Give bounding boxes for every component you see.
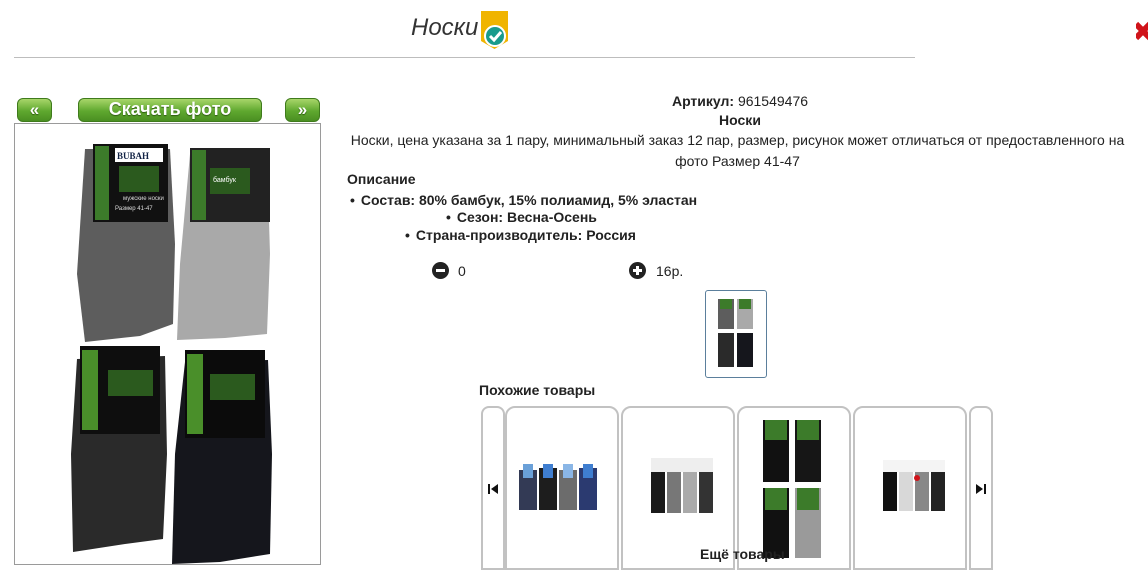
package-tag: бамбук (213, 176, 237, 184)
package-label-1: мужские носки (123, 196, 164, 202)
close-icon[interactable] (1136, 18, 1148, 44)
similar-product-card[interactable] (505, 406, 619, 570)
similar-product-card[interactable] (853, 406, 967, 570)
product-description: Носки, цена указана за 1 пару, минимальн… (350, 132, 1125, 169)
thumbnail-image (718, 299, 753, 367)
more-products-link[interactable]: Ещё товары (700, 546, 785, 562)
price-value: 16р. (656, 263, 684, 279)
minus-icon[interactable] (432, 262, 449, 279)
property-item: Состав: 80% бамбук, 15% полиамид, 5% эла… (350, 192, 697, 209)
similar-product-image (883, 460, 945, 511)
page-title: Носки (411, 14, 479, 41)
plus-icon[interactable] (629, 262, 646, 279)
similar-product-image (763, 420, 821, 558)
verified-badge-icon (481, 11, 508, 49)
product-photo: BUBAH мужские носки Размер 41-47 бамбук (14, 123, 321, 565)
photo-thumbnail[interactable] (705, 290, 767, 378)
header: Носки (0, 0, 1148, 60)
article-label: Артикул: (671, 93, 735, 109)
description-heading: Описание (347, 171, 416, 187)
product-name: Носки (719, 112, 761, 128)
download-photo-button[interactable]: Скачать фото (78, 98, 262, 122)
prev-photo-button[interactable]: « (17, 98, 52, 122)
title-divider (14, 57, 915, 58)
quantity-value: 0 (458, 263, 466, 279)
carousel-next-button[interactable] (969, 406, 993, 570)
article-value: 961549476 (737, 93, 809, 109)
next-photo-button[interactable]: » (285, 98, 320, 122)
arrow-left-icon (488, 484, 498, 494)
similar-heading: Похожие товары (479, 382, 596, 398)
carousel-prev-button[interactable] (481, 406, 505, 570)
article-line: Артикул: 961549476 (340, 93, 1140, 109)
property-item: Страна-производитель: Россия (405, 227, 636, 244)
package-brand: BUBAH (117, 151, 149, 161)
package-label-2: Размер 41-47 (115, 206, 153, 212)
similar-product-image (651, 458, 713, 513)
arrow-right-icon (976, 484, 986, 494)
socks-image: BUBAH мужские носки Размер 41-47 бамбук (71, 144, 272, 564)
property-item: Сезон: Весна-Осень (446, 209, 597, 226)
similar-product-image (519, 464, 597, 510)
